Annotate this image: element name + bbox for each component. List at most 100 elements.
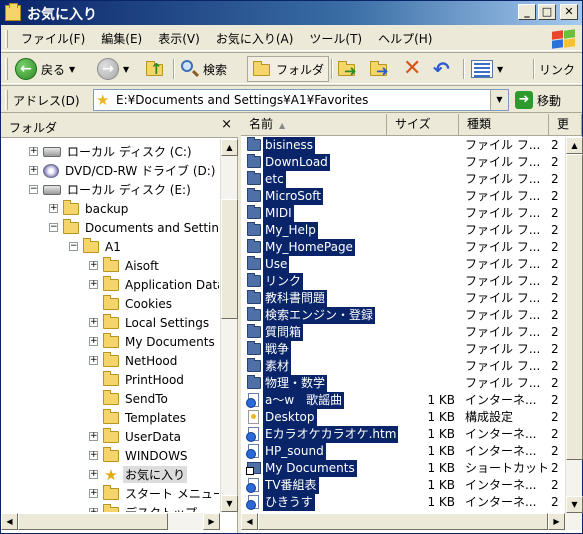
menu-item[interactable]: ヘルプ(H) <box>370 31 440 47</box>
collapse-icon[interactable]: − <box>29 185 38 194</box>
toolbar-grip[interactable] <box>5 58 8 80</box>
tree-node[interactable]: SendTo <box>89 389 170 408</box>
undo-button[interactable]: ↶ <box>433 56 450 82</box>
scroll-up-icon[interactable]: ▲ <box>566 137 583 154</box>
scroll-thumb[interactable] <box>221 199 238 319</box>
expand-icon[interactable]: + <box>29 166 38 175</box>
table-row[interactable]: ひきうす 1 KB インターネ... 2 <box>241 494 565 511</box>
tree-node[interactable]: + NetHood <box>89 351 179 370</box>
menu-item[interactable]: 編集(E) <box>93 31 150 47</box>
expand-icon[interactable]: + <box>89 337 98 346</box>
table-row[interactable]: Use ファイル フ... 2 <box>241 256 565 273</box>
views-button[interactable]: ▼ <box>471 56 503 82</box>
expand-icon[interactable]: + <box>89 470 98 479</box>
table-row[interactable]: My_Help ファイル フ... 2 <box>241 222 565 239</box>
back-button[interactable]: ← 戻る ▼ <box>15 56 75 82</box>
move-to-button[interactable]: ➜ <box>337 56 357 82</box>
expand-icon[interactable]: + <box>89 451 98 460</box>
up-button[interactable]: ↑ <box>145 56 165 82</box>
table-row[interactable]: Eカラオケカラオケ.htm 1 KB インターネ... 2 <box>241 426 565 443</box>
tree-node[interactable]: + Application Data <box>89 275 219 294</box>
tree-node[interactable]: + スタート メニュー <box>89 484 219 503</box>
folder-pane-close-icon[interactable]: × <box>221 117 232 132</box>
table-row[interactable]: a～w 歌謡曲 1 KB インターネ... 2 <box>241 392 565 409</box>
maximize-button[interactable]: □ <box>538 4 556 20</box>
close-button[interactable]: ✕ <box>560 4 578 20</box>
views-dropdown-icon[interactable]: ▼ <box>497 65 503 74</box>
expand-icon[interactable]: + <box>89 318 98 327</box>
table-row[interactable]: MicroSoft ファイル フ... 2 <box>241 188 565 205</box>
expand-icon[interactable]: + <box>89 508 98 512</box>
tree-node[interactable]: − Documents and Settings <box>49 218 219 237</box>
scroll-thumb[interactable] <box>566 154 583 460</box>
scroll-down-icon[interactable]: ▼ <box>566 496 583 513</box>
table-row[interactable]: 戦争 ファイル フ... 2 <box>241 341 565 358</box>
table-row[interactable]: 教科書問題 ファイル フ... 2 <box>241 290 565 307</box>
hscroll-thumb[interactable] <box>18 513 168 530</box>
folder-tree-hscrollbar[interactable]: ◀ ▶ <box>1 513 220 530</box>
table-row[interactable]: HP_sound 1 KB インターネ... 2 <box>241 443 565 460</box>
column-size[interactable]: サイズ <box>387 114 459 135</box>
table-row[interactable]: etc ファイル フ... 2 <box>241 171 565 188</box>
menu-item[interactable]: ツール(T) <box>301 31 370 47</box>
scroll-up-icon[interactable]: ▲ <box>221 139 238 156</box>
table-row[interactable]: bisiness ファイル フ... 2 <box>241 137 565 154</box>
forward-dropdown-icon[interactable]: ▼ <box>123 65 129 74</box>
go-button[interactable]: ➜ 移動 <box>515 89 561 111</box>
links-button[interactable]: リンク <box>539 56 575 82</box>
collapse-icon[interactable]: − <box>49 223 58 232</box>
expand-icon[interactable]: + <box>29 147 38 156</box>
expand-icon[interactable]: + <box>89 489 98 498</box>
folders-button[interactable]: フォルダ <box>247 56 330 82</box>
back-dropdown-icon[interactable]: ▼ <box>69 65 75 74</box>
file-list-vscrollbar[interactable]: ▲ ▼ <box>565 137 583 513</box>
forward-button[interactable]: → ▼ <box>97 56 129 82</box>
tree-node[interactable]: − A1 <box>69 237 123 256</box>
expand-icon[interactable]: + <box>89 356 98 365</box>
scroll-left-icon[interactable]: ◀ <box>241 513 258 530</box>
scroll-right-icon[interactable]: ▶ <box>548 513 565 530</box>
table-row[interactable]: 検索エンジン・登録 ファイル フ... 2 <box>241 307 565 324</box>
column-name[interactable]: 名前 ▲ <box>241 114 387 135</box>
tree-node[interactable]: + Aisoft <box>89 256 161 275</box>
tree-node[interactable]: − ローカル ディスク (E:) <box>29 180 193 199</box>
expand-icon[interactable]: + <box>89 261 98 270</box>
table-row[interactable]: My_HomePage ファイル フ... 2 <box>241 239 565 256</box>
delete-button[interactable]: ✕ <box>403 56 421 82</box>
column-type[interactable]: 種類 <box>459 114 549 135</box>
expand-icon[interactable]: + <box>89 280 98 289</box>
table-row[interactable]: TV番組表 1 KB インターネ... 2 <box>241 477 565 494</box>
tree-node[interactable]: Cookies <box>89 294 174 313</box>
table-row[interactable]: DownLoad ファイル フ... 2 <box>241 154 565 171</box>
tree-node[interactable]: + Local Settings <box>89 313 211 332</box>
search-button[interactable]: 検索 <box>179 56 227 82</box>
table-row[interactable]: Desktop 1 KB 構成設定 2 <box>241 409 565 426</box>
tree-node[interactable]: + My Documents <box>89 332 217 351</box>
table-row[interactable]: 質問箱 ファイル フ... 2 <box>241 324 565 341</box>
tree-node[interactable]: + ★ お気に入り <box>89 465 188 484</box>
collapse-icon[interactable]: − <box>69 242 78 251</box>
scroll-left-icon[interactable]: ◀ <box>1 513 18 530</box>
tree-node[interactable]: + デスクトップ <box>89 503 199 512</box>
file-list-hscrollbar[interactable]: ◀ ▶ <box>241 513 582 530</box>
tree-node[interactable]: + backup <box>49 199 130 218</box>
tree-node[interactable]: + DVD/CD-RW ドライブ (D:) <box>29 161 217 180</box>
expand-icon[interactable]: + <box>49 204 58 213</box>
menu-grip[interactable] <box>5 30 8 48</box>
table-row[interactable]: MIDI ファイル フ... 2 <box>241 205 565 222</box>
hscroll-thumb[interactable] <box>258 513 548 530</box>
menu-item[interactable]: お気に入り(A) <box>208 31 302 47</box>
column-modified[interactable]: 更 <box>549 114 582 135</box>
address-value[interactable]: E:¥Documents and Settings¥A1¥Favorites <box>116 93 368 107</box>
address-input[interactable]: ★ E:¥Documents and Settings¥A1¥Favorites… <box>93 89 509 111</box>
table-row[interactable]: 物理・数学 ファイル フ... 2 <box>241 375 565 392</box>
menu-item[interactable]: 表示(V) <box>150 31 208 47</box>
tree-node[interactable]: + WINDOWS <box>89 446 190 465</box>
tree-node[interactable]: PrintHood <box>89 370 186 389</box>
tree-node[interactable]: + ローカル ディスク (C:) <box>29 142 194 161</box>
table-row[interactable]: 素材 ファイル フ... 2 <box>241 358 565 375</box>
copy-to-button[interactable]: ➜ <box>369 56 389 82</box>
tree-node[interactable]: Templates <box>89 408 188 427</box>
scroll-down-icon[interactable]: ▼ <box>221 495 238 512</box>
table-row[interactable]: My Documents 1 KB ショートカット 2 <box>241 460 565 477</box>
